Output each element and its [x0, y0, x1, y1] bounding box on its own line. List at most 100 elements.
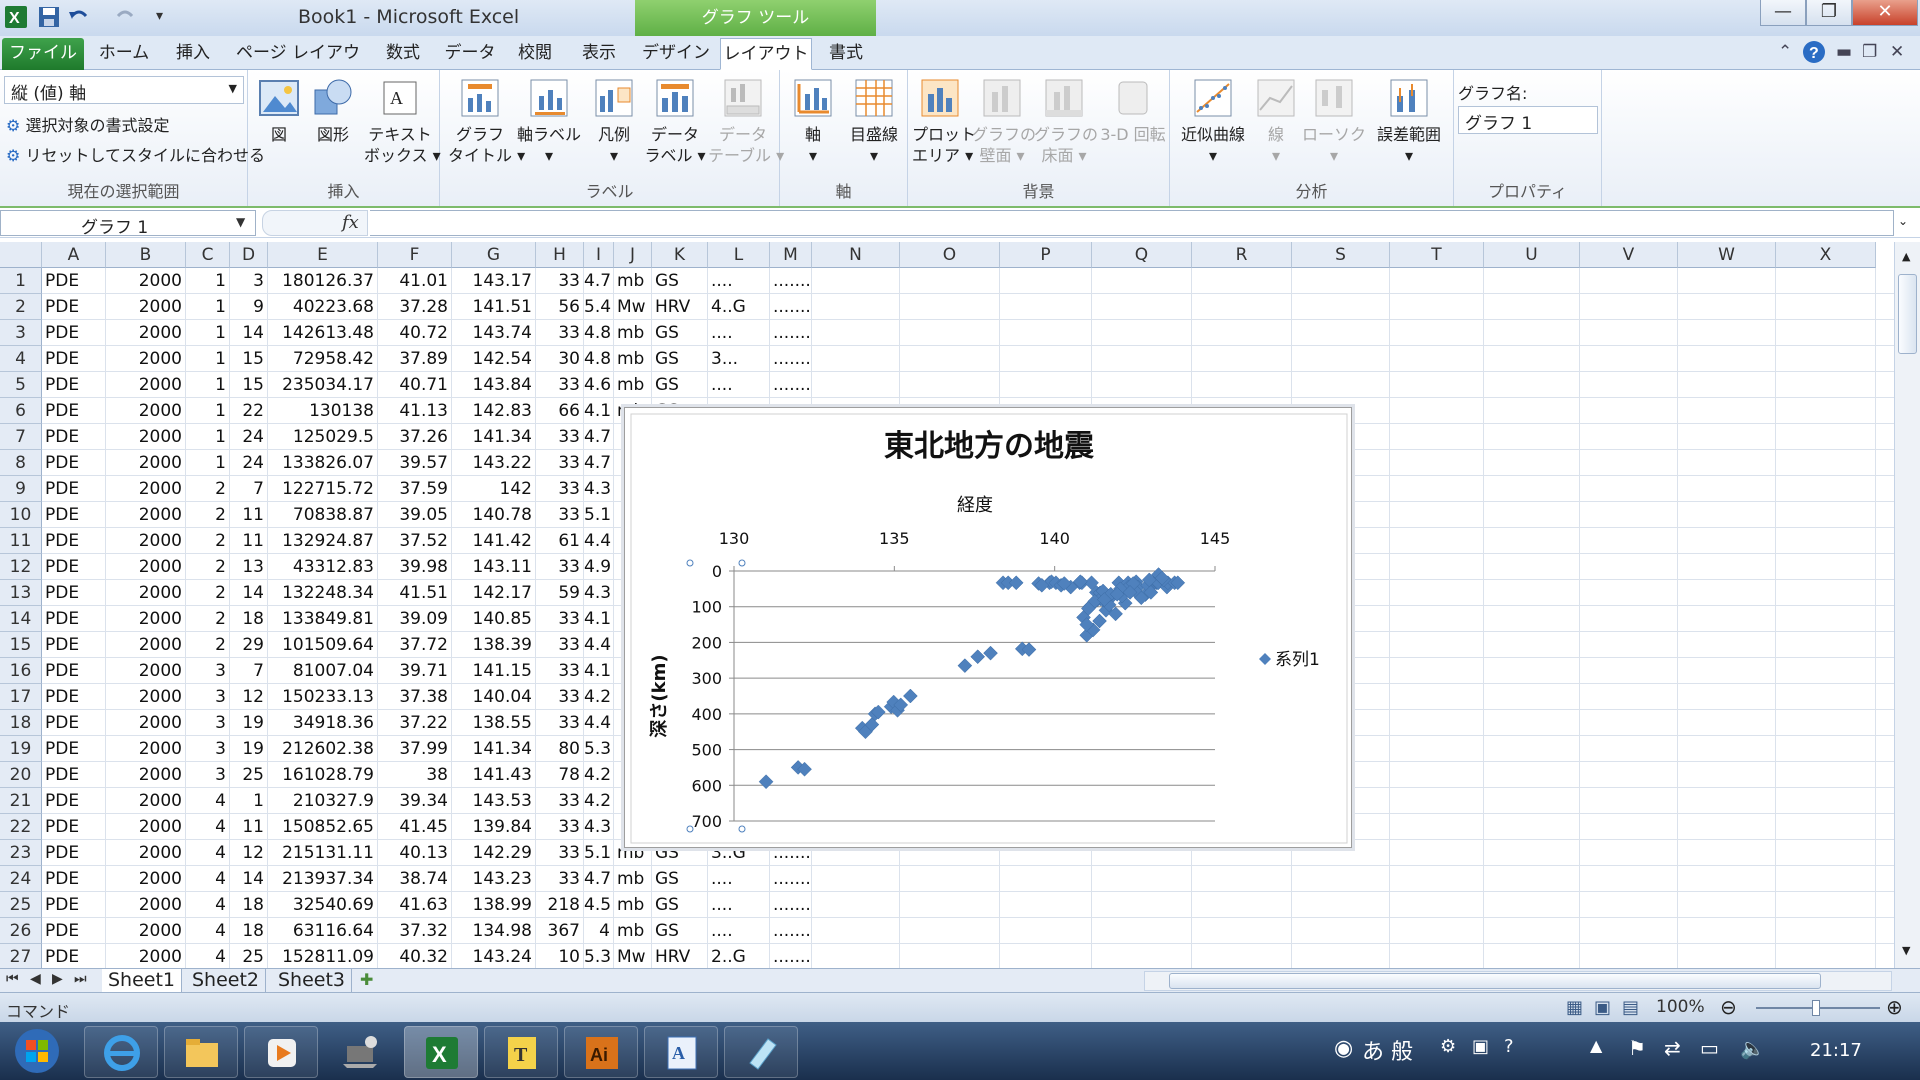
gridlines-button[interactable]: 目盛線 ▾: [844, 76, 904, 166]
insert-sheet-icon[interactable]: ✚: [360, 970, 373, 989]
redo-icon[interactable]: [112, 4, 138, 30]
table-cell[interactable]: 218: [536, 892, 584, 918]
column-header[interactable]: I: [584, 242, 614, 268]
table-cell[interactable]: 2000: [106, 710, 186, 736]
table-cell[interactable]: 213937.34: [268, 866, 378, 892]
table-cell[interactable]: 4: [186, 840, 230, 866]
row-header[interactable]: 17: [0, 684, 42, 710]
table-cell[interactable]: 5.3: [584, 944, 614, 968]
table-cell[interactable]: 2000: [106, 840, 186, 866]
table-cell[interactable]: 9: [230, 294, 268, 320]
table-cell[interactable]: 2000: [106, 372, 186, 398]
table-cell[interactable]: 2000: [106, 944, 186, 968]
table-cell[interactable]: 367: [536, 918, 584, 944]
table-cell[interactable]: 4.7: [584, 424, 614, 450]
chart-wall-button[interactable]: グラフの 壁面 ▾: [972, 76, 1036, 166]
lines-button[interactable]: 線 ▾: [1254, 76, 1298, 166]
table-cell[interactable]: 140.85: [452, 606, 536, 632]
table-cell[interactable]: 141.34: [452, 736, 536, 762]
table-cell[interactable]: 37.52: [378, 528, 452, 554]
show-hidden-icons-icon[interactable]: ▲: [1590, 1036, 1602, 1055]
scroll-down-icon[interactable]: ▼: [1902, 944, 1910, 957]
column-header[interactable]: M: [770, 242, 812, 268]
ime-mode[interactable]: あ 般: [1362, 1034, 1413, 1066]
row-header[interactable]: 7: [0, 424, 42, 450]
table-cell[interactable]: 2000: [106, 736, 186, 762]
table-cell[interactable]: PDE: [42, 554, 106, 580]
table-cell[interactable]: Mw: [614, 294, 652, 320]
column-header[interactable]: J: [614, 242, 652, 268]
table-cell[interactable]: 37.72: [378, 632, 452, 658]
table-cell[interactable]: 13: [230, 554, 268, 580]
table-cell[interactable]: 152811.09: [268, 944, 378, 968]
table-cell[interactable]: 138.55: [452, 710, 536, 736]
table-cell[interactable]: .......: [770, 320, 852, 346]
table-cell[interactable]: 143.84: [452, 372, 536, 398]
zoom-level[interactable]: 100%: [1656, 997, 1705, 1017]
column-header[interactable]: B: [106, 242, 186, 268]
table-cell[interactable]: PDE: [42, 424, 106, 450]
row-header[interactable]: 1: [0, 268, 42, 294]
prev-sheet-icon[interactable]: ◀: [30, 971, 41, 987]
table-cell[interactable]: 18: [230, 918, 268, 944]
row-header[interactable]: 22: [0, 814, 42, 840]
table-cell[interactable]: 41.13: [378, 398, 452, 424]
table-cell[interactable]: 25: [230, 762, 268, 788]
table-cell[interactable]: 142: [452, 476, 536, 502]
table-cell[interactable]: GS: [652, 346, 708, 372]
table-cell[interactable]: 39.57: [378, 450, 452, 476]
table-cell[interactable]: 59: [536, 580, 584, 606]
table-cell[interactable]: 4: [186, 918, 230, 944]
taskbar-explorer[interactable]: [164, 1026, 238, 1078]
table-cell[interactable]: 143.11: [452, 554, 536, 580]
table-cell[interactable]: 142.83: [452, 398, 536, 424]
table-cell[interactable]: 37.59: [378, 476, 452, 502]
table-cell[interactable]: 33: [536, 372, 584, 398]
row-header[interactable]: 16: [0, 658, 42, 684]
table-cell[interactable]: 19: [230, 710, 268, 736]
tab-data[interactable]: データ: [442, 38, 498, 70]
table-cell[interactable]: 2000: [106, 320, 186, 346]
table-cell[interactable]: 2: [186, 554, 230, 580]
row-header[interactable]: 21: [0, 788, 42, 814]
table-cell[interactable]: 4: [584, 918, 614, 944]
chart-floor-button[interactable]: グラフの 床面 ▾: [1034, 76, 1098, 166]
column-header[interactable]: X: [1776, 242, 1876, 268]
table-cell[interactable]: 143.23: [452, 866, 536, 892]
table-cell[interactable]: 142.29: [452, 840, 536, 866]
column-header[interactable]: L: [708, 242, 770, 268]
column-header[interactable]: E: [268, 242, 378, 268]
table-cell[interactable]: 33: [536, 606, 584, 632]
table-cell[interactable]: 2000: [106, 918, 186, 944]
table-cell[interactable]: 2: [186, 632, 230, 658]
table-cell[interactable]: 143.22: [452, 450, 536, 476]
table-cell[interactable]: PDE: [42, 606, 106, 632]
expand-formula-bar-icon[interactable]: ⌄: [1898, 214, 1908, 228]
table-cell[interactable]: PDE: [42, 710, 106, 736]
table-cell[interactable]: 37.38: [378, 684, 452, 710]
table-cell[interactable]: 132248.34: [268, 580, 378, 606]
table-cell[interactable]: 5.3: [584, 736, 614, 762]
tab-design[interactable]: デザイン: [638, 38, 714, 70]
table-cell[interactable]: 10: [536, 944, 584, 968]
table-cell[interactable]: 2000: [106, 294, 186, 320]
table-cell[interactable]: 4.2: [584, 788, 614, 814]
axis-titles-button[interactable]: 軸ラベル ▾: [516, 76, 582, 166]
table-cell[interactable]: 2: [186, 502, 230, 528]
column-header[interactable]: F: [378, 242, 452, 268]
table-cell[interactable]: 161028.79: [268, 762, 378, 788]
table-cell[interactable]: 125029.5: [268, 424, 378, 450]
table-cell[interactable]: 4.4: [584, 632, 614, 658]
ribbon-collapse-icon[interactable]: ⌃: [1778, 42, 1792, 62]
sheet-tab-3[interactable]: Sheet3: [272, 969, 353, 992]
table-cell[interactable]: 2000: [106, 502, 186, 528]
horizontal-scroll-thumb[interactable]: [1169, 973, 1821, 989]
table-cell[interactable]: 2: [186, 476, 230, 502]
table-cell[interactable]: 4: [186, 944, 230, 968]
table-cell[interactable]: 37.32: [378, 918, 452, 944]
table-cell[interactable]: .......: [770, 372, 852, 398]
table-cell[interactable]: 24: [230, 450, 268, 476]
table-cell[interactable]: 39.09: [378, 606, 452, 632]
table-cell[interactable]: mb: [614, 320, 652, 346]
taskbar-textpad[interactable]: T: [484, 1026, 558, 1078]
